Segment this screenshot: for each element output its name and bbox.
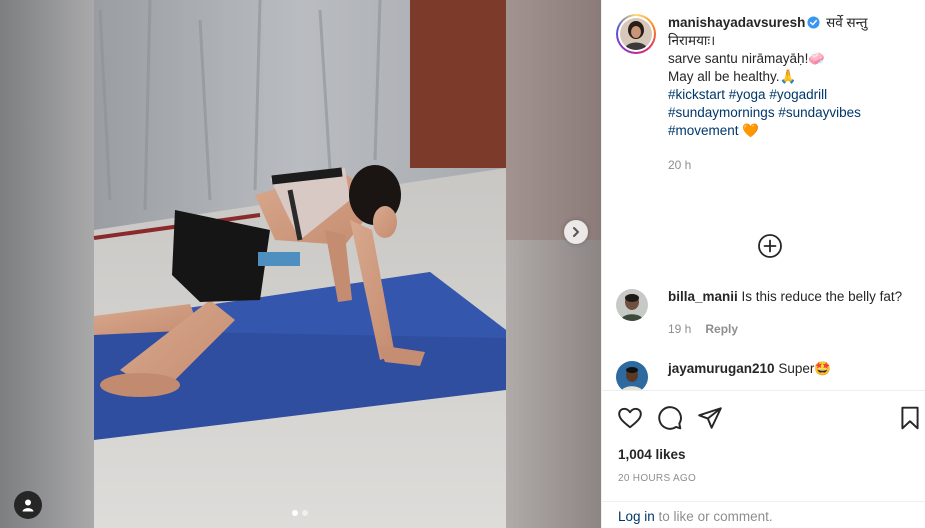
caption-line-transliteration: sarve santu nirāmayāḥ! [668, 51, 809, 66]
save-button[interactable] [897, 405, 923, 431]
reply-button[interactable]: Reply [705, 320, 738, 338]
post-timestamp[interactable]: 20 HOURS AGO [618, 473, 696, 484]
comment-text: Is this reduce the belly fat? [741, 289, 903, 304]
comment-icon [658, 406, 682, 430]
load-more-comments-button[interactable] [757, 233, 783, 259]
login-link[interactable]: Log in [618, 509, 655, 524]
carousel-dot [292, 510, 298, 516]
hashtag-link[interactable]: #kickstart [668, 87, 725, 102]
likes-count[interactable]: 1,004 likes [618, 447, 686, 462]
comment-button[interactable] [657, 405, 683, 431]
bookmark-icon [901, 406, 919, 430]
comment-text: Super [778, 361, 815, 376]
post-media[interactable] [0, 0, 601, 528]
post-caption: manishayadavsuresh सर्वे सन्तु निरामयाः।… [616, 14, 916, 174]
yoga-video-frame [0, 0, 601, 528]
hashtag-link[interactable]: #yogadrill [769, 87, 827, 102]
user-icon [22, 499, 34, 512]
comment-item: jayamurugan210 Super🤩 [616, 360, 916, 390]
post-details-panel: manishayadavsuresh सर्वे सन्तु निरामयाः।… [601, 0, 925, 528]
comments-list: manishayadavsuresh सर्वे सन्तु निरामयाः।… [602, 0, 925, 390]
avatar[interactable] [616, 289, 648, 321]
login-prompt-text: to like or comment. [654, 509, 773, 524]
author-avatar[interactable] [616, 14, 656, 54]
like-button[interactable] [617, 405, 643, 431]
author-username[interactable]: manishayadavsuresh [668, 15, 805, 30]
avatar[interactable] [616, 361, 648, 390]
hashtag-link[interactable]: #movement [668, 123, 739, 138]
caption-body: manishayadavsuresh सर्वे सन्तु निरामयाः।… [668, 14, 916, 174]
share-button[interactable] [697, 405, 723, 431]
heart-icon [618, 407, 642, 429]
verified-badge-icon [807, 16, 820, 29]
carousel-dots [292, 510, 308, 516]
hashtag-link[interactable]: #sundayvibes [778, 105, 861, 120]
caption-emoji: 🧼 [808, 51, 826, 66]
comment-item: billa_manii Is this reduce the belly fat… [616, 288, 916, 338]
chevron-right-icon [573, 227, 579, 237]
post-actions: 1,004 likes 20 HOURS AGO Log in to like … [602, 390, 925, 528]
carousel-dot [302, 510, 308, 516]
comment-username[interactable]: jayamurugan210 [668, 361, 775, 376]
comment-emoji: 🤩 [814, 361, 832, 376]
hashtag-link[interactable]: #sundaymornings [668, 105, 775, 120]
hashtag-link[interactable]: #yoga [729, 87, 766, 102]
caption-line-english: May all be healthy. [668, 69, 780, 84]
caption-time[interactable]: 20 h [668, 156, 916, 174]
plus-circle-icon [758, 234, 782, 258]
comment-username[interactable]: billa_manii [668, 289, 738, 304]
next-slide-button[interactable] [564, 220, 588, 244]
hashtag-emoji: 🧡 [742, 123, 760, 138]
tagged-users-button[interactable] [14, 491, 42, 519]
comment-time[interactable]: 19 h [668, 320, 691, 338]
login-prompt: Log in to like or comment. [602, 501, 925, 528]
paper-plane-icon [698, 407, 722, 429]
caption-emoji: 🙏 [779, 69, 797, 84]
